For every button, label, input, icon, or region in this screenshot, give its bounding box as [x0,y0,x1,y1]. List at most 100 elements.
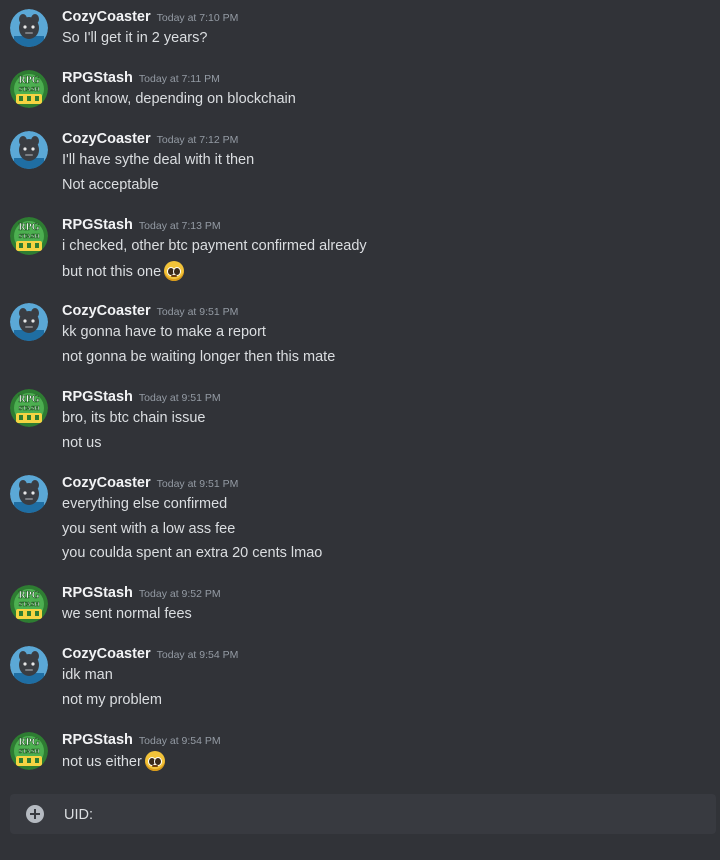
message-text: I'll have sythe deal with it then [62,150,254,170]
svg-text:STASH: STASH [19,233,40,240]
message-text-content: you coulda spent an extra 20 cents lmao [62,545,323,561]
message-composer [10,794,716,834]
svg-text:STASH: STASH [19,86,40,93]
username[interactable]: CozyCoaster [62,646,151,662]
message-text-content: idk man [62,667,113,683]
username[interactable]: RPGStash [62,70,133,86]
message-text-content: you sent with a low ass fee [62,520,236,537]
rpg-logo-text: RPG [18,394,39,405]
message-group: CozyCoaster Today at 9:54 PM idk man not my… [0,637,720,722]
message-text-content: bro, its btc chain issue [62,410,206,426]
message-list: CozyCoaster Today at 7:10 PM So I'll get i… [0,0,720,790]
message-text: So I'll get it in 2 years? [62,28,207,48]
cozy-avatar-icon[interactable] [10,9,48,47]
message-text-content: not gonna be waiting longer then this ma… [62,348,336,365]
message-text: we sent normal fees [62,604,192,624]
rpg-stash-logo-icon[interactable]: RPG STASH [10,585,48,623]
message-header: CozyCoaster Today at 9:51 PM [62,474,238,494]
username[interactable]: CozyCoaster [62,475,151,491]
message-group: RPG STASH RPGStash Today at 9:54 PM not us e… [0,723,720,784]
cozy-avatar-icon[interactable] [10,646,48,684]
message-header: RPGStash Today at 9:52 PM [62,584,221,604]
message-text-content: not my problem [62,691,162,708]
svg-text:STASH: STASH [19,405,40,412]
timestamp: Today at 9:51 PM [156,478,239,490]
timestamp: Today at 7:12 PM [156,134,239,146]
message-input[interactable] [62,804,666,826]
message-header: CozyCoaster Today at 7:10 PM [62,8,238,28]
svg-text:STASH: STASH [19,748,40,755]
message-text-content: kk gonna have to make a report [62,324,266,340]
timestamp: Today at 9:52 PM [138,588,221,600]
rpg-stash-logo-icon[interactable]: RPG STASH [10,217,48,255]
pleading-face-emoji-icon[interactable] [164,260,185,281]
timestamp: Today at 7:13 PM [138,220,221,232]
rpg-stash-logo-icon[interactable]: RPG STASH [10,732,48,770]
username[interactable]: RPGStash [62,732,133,748]
message-group: CozyCoaster Today at 9:51 PM everything el… [0,466,720,576]
message-group: CozyCoaster Today at 7:10 PM So I'll get i… [0,0,720,61]
message-header: RPGStash Today at 9:51 PM [62,388,221,408]
svg-text:STASH: STASH [19,601,40,608]
message-header: RPGStash Today at 7:13 PM [62,216,221,236]
message-group: RPG STASH RPGStash Today at 7:13 PM i checke… [0,208,720,293]
message-text: not my problem [62,690,162,710]
username[interactable]: CozyCoaster [62,9,151,25]
plus-circle-icon[interactable] [26,805,44,823]
timestamp: Today at 9:54 PM [156,649,239,661]
message-text: idk man [62,665,113,685]
username[interactable]: CozyCoaster [62,131,151,147]
rpg-logo-text: RPG [18,590,39,601]
pleading-face-emoji-icon[interactable] [144,751,165,771]
message-header: CozyCoaster Today at 7:12 PM [62,130,238,150]
message-text-content: we sent normal fees [62,606,192,622]
message-text-content: not us [62,434,102,451]
message-text: i checked, other btc payment confirmed a… [62,236,367,256]
message-text: bro, its btc chain issue [62,408,205,428]
message-text: kk gonna have to make a report [62,322,266,342]
message-group: CozyCoaster Today at 7:12 PM I'll have syt… [0,122,720,207]
message-text-content: dont know, depending on blockchain [62,91,296,107]
message-text-content: So I'll get it in 2 years? [62,30,208,46]
rpg-logo-text: RPG [18,75,39,86]
message-text: you coulda spent an extra 20 cents lmao [62,543,322,563]
username[interactable]: RPGStash [62,389,133,405]
message-text: Not acceptable [62,175,159,195]
message-text: you sent with a low ass fee [62,519,235,539]
rpg-logo-text: RPG [18,737,39,748]
message-text-content: but not this one [62,263,162,280]
cozy-avatar-icon[interactable] [10,475,48,513]
cozy-avatar-icon[interactable] [10,303,48,341]
message-text: everything else confirmed [62,494,227,514]
message-group: CozyCoaster Today at 9:51 PM kk gonna have… [0,294,720,379]
message-header: RPGStash Today at 9:54 PM [62,731,221,751]
message-group: RPG STASH RPGStash Today at 9:51 PM bro, its… [0,380,720,465]
message-group: RPG STASH RPGStash Today at 7:11 PM dont kno… [0,61,720,122]
message-text: but not this one [62,260,185,282]
timestamp: Today at 9:51 PM [156,306,239,318]
message-header: CozyCoaster Today at 9:54 PM [62,645,238,665]
timestamp: Today at 9:54 PM [138,735,221,747]
timestamp: Today at 9:51 PM [138,392,221,404]
message-header: RPGStash Today at 7:11 PM [62,69,220,89]
username[interactable]: RPGStash [62,585,133,601]
message-text-content: not us either [62,754,142,770]
message-group: RPG STASH RPGStash Today at 9:52 PM we sent … [0,576,720,637]
cozy-avatar-icon[interactable] [10,131,48,169]
message-text-content: i checked, other btc payment confirmed a… [62,238,367,254]
timestamp: Today at 7:11 PM [138,73,220,85]
rpg-logo-text: RPG [18,222,39,233]
username[interactable]: RPGStash [62,217,133,233]
message-text: not us either [62,751,165,772]
rpg-stash-logo-icon[interactable]: RPG STASH [10,70,48,108]
rpg-stash-logo-icon[interactable]: RPG STASH [10,389,48,427]
message-text-content: everything else confirmed [62,496,228,512]
message-text: dont know, depending on blockchain [62,89,296,109]
username[interactable]: CozyCoaster [62,303,151,319]
message-text: not gonna be waiting longer then this ma… [62,347,335,367]
message-text-content: I'll have sythe deal with it then [62,152,255,168]
message-header: CozyCoaster Today at 9:51 PM [62,302,238,322]
message-text-content: Not acceptable [62,176,159,193]
message-text: not us [62,433,102,453]
timestamp: Today at 7:10 PM [156,12,239,24]
